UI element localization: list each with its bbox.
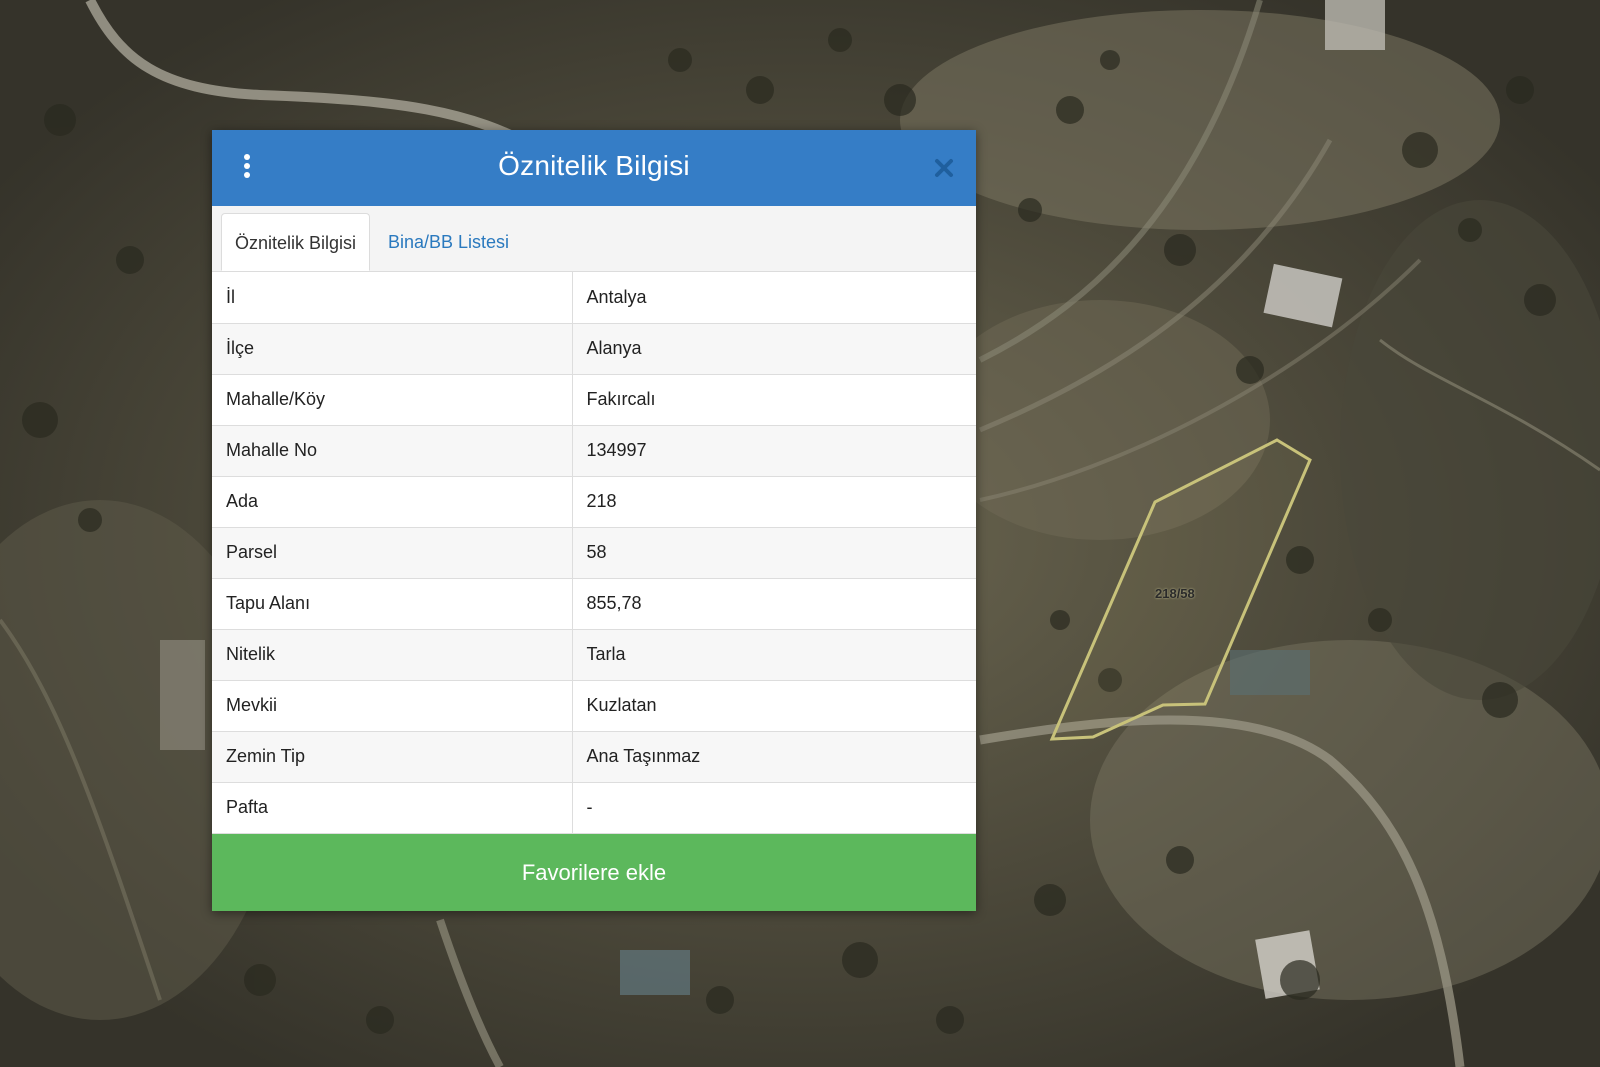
table-row: Pafta -: [212, 782, 976, 834]
row-key: Parsel: [212, 527, 573, 579]
dialog-title: Öznitelik Bilgisi: [498, 150, 690, 181]
tab-attribute-info[interactable]: Öznitelik Bilgisi: [221, 213, 371, 271]
row-key: Mahalle/Köy: [212, 374, 573, 426]
row-value: -: [572, 782, 976, 834]
row-key: Nitelik: [212, 629, 573, 681]
attribute-table: İl Antalya İlçe Alanya Mahalle/Köy Fakır…: [212, 272, 976, 834]
row-value: Antalya: [572, 272, 976, 324]
tab-building-list[interactable]: Bina/BB Listesi: [375, 213, 522, 271]
row-key: Tapu Alanı: [212, 578, 573, 630]
table-row: Ada 218: [212, 476, 976, 528]
row-value: Alanya: [572, 323, 976, 375]
close-icon[interactable]: [932, 156, 956, 180]
row-value: Tarla: [572, 629, 976, 681]
dialog-header: Öznitelik Bilgisi: [212, 130, 976, 206]
tab-bar: Öznitelik Bilgisi Bina/BB Listesi: [212, 206, 976, 272]
table-row: Mevkii Kuzlatan: [212, 680, 976, 732]
table-row: Mahalle No 134997: [212, 425, 976, 477]
row-key: İlçe: [212, 323, 573, 375]
table-row: Parsel 58: [212, 527, 976, 579]
table-row: Nitelik Tarla: [212, 629, 976, 681]
row-value: Kuzlatan: [572, 680, 976, 732]
table-row: İlçe Alanya: [212, 323, 976, 375]
row-key: Mahalle No: [212, 425, 573, 477]
row-value: 218: [572, 476, 976, 528]
row-key: Zemin Tip: [212, 731, 573, 783]
add-to-favorites-button[interactable]: Favorilere ekle: [212, 833, 976, 911]
row-key: Mevkii: [212, 680, 573, 732]
row-value: 855,78: [572, 578, 976, 630]
table-row: Tapu Alanı 855,78: [212, 578, 976, 630]
row-value: Ana Taşınmaz: [572, 731, 976, 783]
table-row: Mahalle/Köy Fakırcalı: [212, 374, 976, 426]
row-value: Fakırcalı: [572, 374, 976, 426]
parcel-label: 218/58: [1155, 586, 1195, 601]
table-row: İl Antalya: [212, 272, 976, 324]
row-value: 134997: [572, 425, 976, 477]
row-key: Pafta: [212, 782, 573, 834]
row-key: Ada: [212, 476, 573, 528]
attribute-dialog: Öznitelik Bilgisi Öznitelik Bilgisi Bina…: [212, 130, 976, 911]
table-row: Zemin Tip Ana Taşınmaz: [212, 731, 976, 783]
row-value: 58: [572, 527, 976, 579]
row-key: İl: [212, 272, 573, 324]
